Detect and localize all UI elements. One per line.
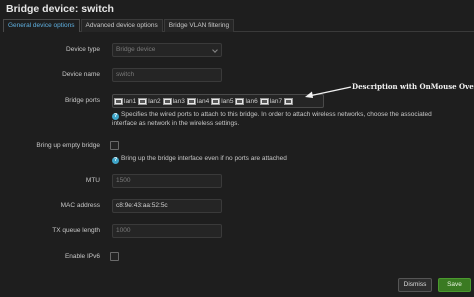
mac-address-input[interactable]: c8:9e:43:aa:52:5c <box>112 199 222 213</box>
port-item[interactable]: lan2 <box>138 97 161 105</box>
tx-queue-row: TX queue length 1000 <box>0 224 474 238</box>
ethernet-port-icon <box>259 97 269 105</box>
port-label: lan3 <box>172 97 185 105</box>
port-label: lan5 <box>221 97 234 105</box>
enable-ipv6-row: Enable IPv6 <box>0 250 474 264</box>
port-item[interactable]: lan7 <box>259 97 283 105</box>
help-icon: ? <box>112 157 119 164</box>
tx-queue-input[interactable]: 1000 <box>112 224 222 238</box>
ethernet-port-icon <box>162 97 172 105</box>
mtu-label: MTU <box>85 177 100 184</box>
ethernet-port-icon <box>114 97 123 105</box>
bring-up-empty-label: Bring up empty bridge <box>36 142 100 149</box>
bridge-ports-hint: ? Specifies the wired ports to attach to … <box>112 111 457 128</box>
mac-address-label: MAC address <box>60 202 100 209</box>
dialog-title: Bridge device: switch <box>6 3 114 15</box>
bring-up-empty-hint: ? Bring up the bridge interface even if n… <box>112 155 457 164</box>
bridge-ports-select[interactable]: lan1 lan2 lan3 lan4 lan5 lan6 lan7 <box>112 94 324 108</box>
bring-up-empty-checkbox[interactable] <box>110 141 119 150</box>
port-label: lan2 <box>148 97 161 105</box>
bridge-ports-row: Bridge ports lan1 lan2 lan3 lan4 lan5 la… <box>0 94 474 108</box>
device-type-select[interactable]: Bridge device <box>112 43 222 57</box>
ethernet-port-icon <box>235 97 245 105</box>
device-type-row: Device type Bridge device <box>0 43 474 57</box>
port-item[interactable] <box>284 97 294 105</box>
ethernet-port-icon <box>186 97 196 105</box>
device-name-label: Device name <box>62 71 100 78</box>
port-label: lan7 <box>269 97 283 105</box>
port-item[interactable]: lan6 <box>235 97 258 105</box>
device-name-input[interactable]: switch <box>112 68 222 82</box>
tab-general[interactable]: General device options <box>3 19 80 32</box>
device-name-row: Device name switch <box>0 68 474 82</box>
mtu-input[interactable]: 1500 <box>112 174 222 188</box>
ethernet-port-icon <box>211 97 221 105</box>
dialog-footer: Dismiss Save <box>0 275 474 297</box>
help-icon: ? <box>112 113 119 120</box>
annotation-arrow-icon <box>305 86 352 98</box>
bring-up-empty-row: Bring up empty bridge <box>0 139 474 153</box>
annotation-text: Description with OnMouse Over <box>352 82 474 91</box>
tab-bar: General device options Advanced device o… <box>3 19 474 32</box>
mac-address-row: MAC address c8:9e:43:aa:52:5c <box>0 199 474 213</box>
mtu-row: MTU 1500 <box>0 174 474 188</box>
port-label: lan1 <box>124 97 137 105</box>
ethernet-port-icon <box>138 97 148 105</box>
ethernet-port-icon <box>284 97 294 105</box>
port-item[interactable]: lan3 <box>162 97 185 105</box>
device-type-value: Bridge device <box>116 46 156 53</box>
bridge-ports-label: Bridge ports <box>64 97 100 104</box>
enable-ipv6-checkbox[interactable] <box>110 252 119 261</box>
tab-advanced[interactable]: Advanced device options <box>80 19 163 32</box>
device-type-label: Device type <box>66 46 100 53</box>
port-item[interactable]: lan1 <box>114 97 137 105</box>
port-label: lan6 <box>245 97 258 105</box>
tab-vlan-filtering[interactable]: Bridge VLAN filtering <box>163 19 235 32</box>
port-item[interactable]: lan4 <box>186 97 210 105</box>
chevron-down-icon <box>212 47 218 53</box>
port-item[interactable]: lan5 <box>211 97 234 105</box>
port-label: lan4 <box>196 97 210 105</box>
enable-ipv6-label: Enable IPv6 <box>64 253 100 260</box>
bring-up-empty-hint-text: Bring up the bridge interface even if no… <box>121 155 287 162</box>
dismiss-button[interactable]: Dismiss <box>398 278 432 292</box>
save-button[interactable]: Save <box>438 278 471 292</box>
bridge-ports-hint-text: Specifies the wired ports to attach to t… <box>112 111 432 127</box>
tx-queue-label: TX queue length <box>52 227 100 234</box>
